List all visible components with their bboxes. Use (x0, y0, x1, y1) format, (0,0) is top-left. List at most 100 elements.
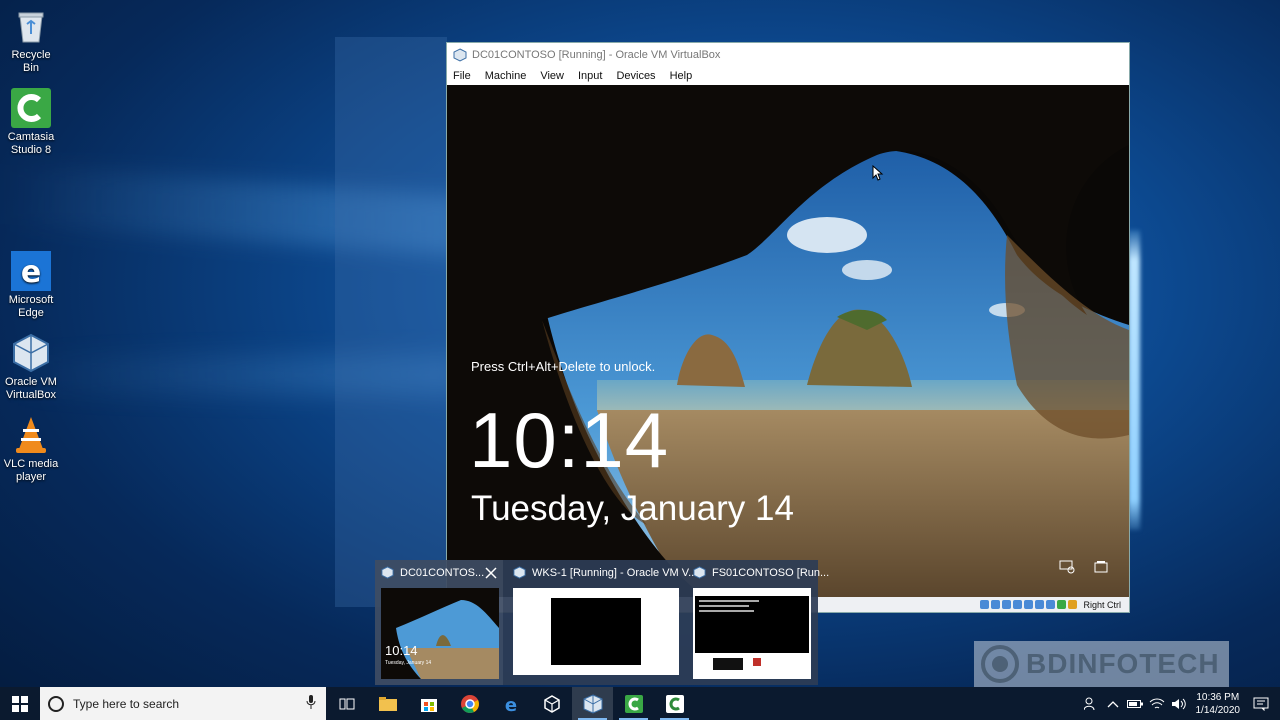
desktop-icon-recycle-bin[interactable]: Recycle Bin (2, 6, 60, 75)
preview-thumb-date: Tuesday, January 14 (385, 660, 432, 666)
search-box[interactable]: Type here to search (40, 687, 326, 720)
preview-thumb-time: 10:14 (385, 643, 418, 658)
virtualbox-icon (693, 566, 706, 579)
task-view-icon (339, 698, 354, 709)
taskbar-file-explorer[interactable] (367, 687, 408, 720)
taskbar-camtasia-studio[interactable] (654, 687, 695, 720)
desktop-icon-label: Oracle VM VirtualBox (5, 376, 57, 401)
desktop-icon-label: Microsoft Edge (8, 294, 54, 319)
vlc-icon (11, 415, 51, 455)
cortana-icon (48, 695, 64, 712)
virtualbox-window[interactable]: DC01CONTOSO [Running] - Oracle VM Virtua… (446, 42, 1130, 613)
camtasia-icon (11, 88, 51, 128)
desktop-icon-vlc[interactable]: VLC media player (2, 415, 60, 484)
menu-bar: File Machine View Input Devices Help (447, 67, 1129, 85)
host-key-label: Right Ctrl (1083, 599, 1121, 610)
svg-text:e: e (21, 255, 41, 290)
chrome-icon (460, 694, 479, 713)
preview-title: FS01CONTOSO [Run... (712, 566, 830, 579)
svg-text:e: e (504, 695, 516, 713)
search-placeholder: Type here to search (73, 696, 180, 711)
taskbar: Type here to search e 10:36 PM 1/14/2020 (0, 687, 1280, 720)
taskbar-store[interactable] (408, 687, 449, 720)
window-titlebar[interactable]: DC01CONTOSO [Running] - Oracle VM Virtua… (447, 43, 1129, 67)
people-icon[interactable] (1080, 697, 1102, 711)
desktop-icon-edge[interactable]: e Microsoft Edge (2, 251, 60, 320)
preview-wks1[interactable]: WKS-1 [Running] - Oracle VM V... (507, 560, 697, 685)
ghost-window-pane (335, 37, 447, 607)
camtasia-icon (665, 694, 684, 713)
optical-drive-icon[interactable] (991, 600, 1001, 609)
accessibility-icon[interactable] (1093, 560, 1109, 579)
preview-title: DC01CONTOS... (400, 566, 485, 579)
taskbar-previews: DC01CONTOS... 10:14 Tuesday, January 14 … (375, 560, 829, 685)
store-icon (420, 698, 437, 712)
virtualbox-icon (513, 566, 526, 579)
chevron-up-icon[interactable] (1102, 700, 1124, 708)
taskbar-edge[interactable]: e (490, 687, 531, 720)
edge-icon: e (504, 695, 516, 713)
virtualbox-icon (583, 693, 602, 714)
watermark-logo: BDINFOTECH (974, 641, 1229, 687)
usb-icon[interactable] (1024, 600, 1034, 609)
virtualbox-icon (381, 566, 394, 579)
preview-fs01[interactable]: FS01CONTOSO [Run... (687, 560, 829, 685)
mouse-integration-icon[interactable] (1068, 600, 1078, 609)
taskbar-3d-app[interactable] (531, 687, 572, 720)
action-center-icon[interactable] (1250, 697, 1272, 711)
menu-machine[interactable]: Machine (485, 70, 527, 82)
taskbar-virtualbox[interactable] (572, 687, 613, 720)
folder-icon (378, 696, 397, 711)
camtasia-icon (624, 694, 643, 713)
close-icon[interactable] (485, 566, 497, 584)
desktop-icon-label: VLC media player (3, 458, 59, 483)
recycle-bin-icon (11, 6, 51, 46)
audio-icon[interactable] (1002, 600, 1012, 609)
menu-input[interactable]: Input (578, 70, 602, 82)
vm-display[interactable]: Press Ctrl+Alt+Delete to unlock. 10:14 T… (447, 85, 1129, 599)
start-button[interactable] (0, 687, 40, 720)
desktop-icon-virtualbox[interactable]: Oracle VM VirtualBox (2, 333, 60, 402)
menu-devices[interactable]: Devices (616, 70, 655, 82)
lock-screen-message: Press Ctrl+Alt+Delete to unlock. (471, 359, 656, 374)
taskbar-camtasia-recorder[interactable] (613, 687, 654, 720)
virtualbox-icon (11, 333, 51, 373)
network-icon[interactable] (1059, 560, 1075, 579)
lock-screen-date: Tuesday, January 14 (471, 489, 794, 528)
microphone-icon[interactable] (306, 695, 316, 712)
clock-time: 10:36 PM (1196, 691, 1240, 703)
window-title: DC01CONTOSO [Running] - Oracle VM Virtua… (472, 49, 721, 61)
preview-dc01[interactable]: DC01CONTOS... 10:14 Tuesday, January 14 (375, 560, 503, 685)
system-clock[interactable]: 10:36 PM 1/14/2020 (1196, 691, 1241, 717)
watermark-emblem (981, 645, 1019, 683)
hard-disk-icon[interactable] (980, 600, 990, 609)
watermark-text: BDINFOTECH (1026, 648, 1220, 679)
network-adapter-icon[interactable] (1013, 600, 1023, 609)
preview-thumbnail (693, 588, 811, 679)
task-view-button[interactable] (326, 687, 367, 720)
recording-icon[interactable] (1057, 600, 1067, 609)
volume-icon[interactable] (1168, 698, 1190, 710)
mouse-cursor-icon (872, 165, 884, 181)
desktop-icon-label: Camtasia Studio 8 (7, 131, 55, 156)
preview-title: WKS-1 [Running] - Oracle VM V... (532, 566, 698, 579)
edge-icon: e (11, 251, 51, 291)
cube-icon (543, 694, 560, 713)
preview-thumbnail (513, 588, 679, 675)
taskbar-chrome[interactable] (449, 687, 490, 720)
battery-icon[interactable] (1124, 699, 1146, 709)
shared-folders-icon[interactable] (1035, 600, 1045, 609)
menu-file[interactable]: File (453, 70, 471, 82)
virtualbox-icon (453, 48, 467, 62)
lock-screen-time: 10:14 (469, 396, 670, 484)
wifi-icon[interactable] (1146, 698, 1168, 710)
system-tray: 10:36 PM 1/14/2020 (1080, 687, 1280, 720)
desktop-icon-label: Recycle Bin (11, 49, 51, 74)
display-icon[interactable] (1046, 600, 1056, 609)
desktop-icon-camtasia[interactable]: Camtasia Studio 8 (2, 88, 60, 157)
windows-logo-icon (12, 695, 28, 712)
menu-help[interactable]: Help (670, 70, 693, 82)
preview-thumbnail: 10:14 Tuesday, January 14 (381, 588, 499, 679)
lock-screen-icons (1059, 560, 1109, 579)
menu-view[interactable]: View (540, 70, 564, 82)
